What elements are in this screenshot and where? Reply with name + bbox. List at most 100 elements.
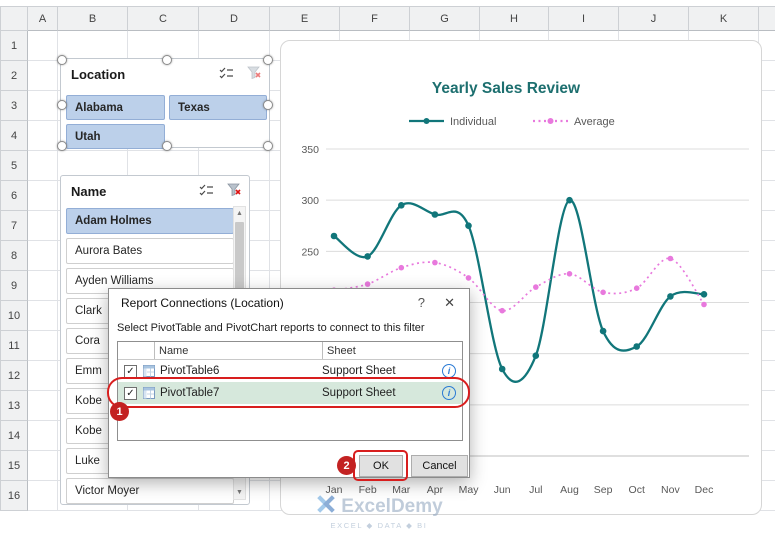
info-icon[interactable]: i bbox=[442, 386, 456, 400]
svg-text:Individual: Individual bbox=[450, 116, 496, 128]
clear-filter-icon[interactable] bbox=[227, 183, 241, 201]
dialog-description: Select PivotTable and PivotChart reports… bbox=[117, 322, 425, 334]
svg-text:Oct: Oct bbox=[629, 484, 645, 496]
column-header-C[interactable]: C bbox=[128, 6, 199, 31]
column-header-D[interactable]: D bbox=[199, 6, 270, 31]
report-name: PivotTable7 bbox=[160, 387, 220, 399]
svg-text:Jun: Jun bbox=[494, 484, 511, 496]
report-sheet: Support Sheet bbox=[322, 365, 396, 377]
row-headers: 1 2 3 4 5 6 7 8 9 10 11 12 13 14 15 16 bbox=[0, 31, 28, 511]
checkbox-checked-icon[interactable]: ✓ bbox=[124, 364, 137, 378]
row-header-15[interactable]: 15 bbox=[0, 451, 28, 481]
row-header-6[interactable]: 6 bbox=[0, 181, 28, 211]
report-row-pivottable7[interactable]: ✓ PivotTable7 Support Sheet i bbox=[118, 382, 462, 404]
svg-text:Jan: Jan bbox=[326, 484, 343, 496]
watermark-tagline: EXCEL ◆ DATA ◆ BI bbox=[330, 521, 428, 530]
row-header-8[interactable]: 8 bbox=[0, 241, 28, 271]
sheet-cell[interactable] bbox=[28, 181, 58, 211]
annotation-step-2: 2 bbox=[337, 456, 356, 475]
slicer-item-victor-moyer[interactable]: Victor Moyer bbox=[66, 478, 234, 504]
sheet-cell[interactable] bbox=[58, 31, 128, 61]
row-header-1[interactable]: 1 bbox=[0, 31, 28, 61]
row-header-10[interactable]: 10 bbox=[0, 301, 28, 331]
slicer-item-adam-holmes[interactable]: Adam Holmes bbox=[66, 208, 234, 234]
multi-select-icon[interactable] bbox=[199, 183, 214, 201]
report-list: Name Sheet ✓ PivotTable6 Support Sheet i ✓ Pi… bbox=[117, 341, 463, 441]
sheet-cell[interactable] bbox=[28, 421, 58, 451]
svg-text:250: 250 bbox=[301, 246, 319, 258]
column-header-B[interactable]: B bbox=[58, 6, 128, 31]
row-header-7[interactable]: 7 bbox=[0, 211, 28, 241]
svg-text:Dec: Dec bbox=[695, 484, 714, 496]
sheet-cell[interactable] bbox=[28, 391, 58, 421]
column-header-E[interactable]: E bbox=[270, 6, 340, 31]
location-slicer[interactable]: Location Alabama Texas Utah bbox=[57, 55, 273, 151]
svg-text:Feb: Feb bbox=[359, 484, 377, 496]
column-header-F[interactable]: F bbox=[340, 6, 410, 31]
cancel-button[interactable]: Cancel bbox=[411, 455, 468, 477]
row-header-11[interactable]: 11 bbox=[0, 331, 28, 361]
select-all-corner[interactable] bbox=[0, 6, 28, 31]
svg-text:350: 350 bbox=[301, 144, 319, 156]
sheet-cell[interactable] bbox=[199, 31, 270, 61]
row-header-14[interactable]: 14 bbox=[0, 421, 28, 451]
svg-text:Apr: Apr bbox=[427, 484, 444, 496]
sheet-cell[interactable] bbox=[28, 481, 58, 511]
scroll-down-icon[interactable]: ▼ bbox=[234, 486, 245, 499]
row-header-9[interactable]: 9 bbox=[0, 271, 28, 301]
row-header-16[interactable]: 16 bbox=[0, 481, 28, 511]
sheet-cell[interactable] bbox=[28, 361, 58, 391]
pivot-table-icon bbox=[143, 365, 155, 377]
sheet-cell[interactable] bbox=[28, 61, 58, 91]
column-header-K[interactable]: K bbox=[689, 6, 759, 31]
info-icon[interactable]: i bbox=[442, 364, 456, 378]
sheet-cell[interactable] bbox=[28, 211, 58, 241]
svg-text:Sep: Sep bbox=[594, 484, 613, 496]
clear-filter-icon[interactable] bbox=[247, 66, 261, 84]
sheet-cell[interactable] bbox=[28, 31, 58, 61]
sheet-cell[interactable] bbox=[28, 121, 58, 151]
column-header-J[interactable]: J bbox=[619, 6, 689, 31]
column-header-extra[interactable] bbox=[759, 6, 775, 31]
slicer-item-texas[interactable]: Texas bbox=[169, 95, 267, 120]
sheet-cell[interactable] bbox=[28, 91, 58, 121]
row-header-12[interactable]: 12 bbox=[0, 361, 28, 391]
report-row-pivottable6[interactable]: ✓ PivotTable6 Support Sheet i bbox=[118, 360, 462, 382]
help-icon[interactable]: ? bbox=[418, 295, 425, 310]
column-headers: ABCDEFGHIJK bbox=[28, 6, 775, 31]
sheet-cell[interactable] bbox=[28, 151, 58, 181]
row-header-3[interactable]: 3 bbox=[0, 91, 28, 121]
row-header-4[interactable]: 4 bbox=[0, 121, 28, 151]
ok-button[interactable]: OK bbox=[359, 455, 403, 477]
close-icon[interactable]: ✕ bbox=[444, 295, 455, 311]
scroll-up-icon[interactable]: ▲ bbox=[234, 207, 245, 220]
report-name: PivotTable6 bbox=[160, 365, 220, 377]
column-header-I[interactable]: I bbox=[549, 6, 619, 31]
sheet-cell[interactable] bbox=[28, 241, 58, 271]
checkbox-checked-icon[interactable]: ✓ bbox=[124, 386, 137, 400]
sheet-cell[interactable] bbox=[28, 331, 58, 361]
slicer-item-alabama[interactable]: Alabama bbox=[66, 95, 165, 120]
row-header-13[interactable]: 13 bbox=[0, 391, 28, 421]
column-header-G[interactable]: G bbox=[410, 6, 480, 31]
row-header-2[interactable]: 2 bbox=[0, 61, 28, 91]
column-header-H[interactable]: H bbox=[480, 6, 549, 31]
report-connections-dialog[interactable]: Report Connections (Location) ? ✕ Select… bbox=[107, 288, 470, 481]
column-header-sheet: Sheet bbox=[322, 342, 462, 359]
sheet-cell[interactable] bbox=[28, 271, 58, 301]
pivot-table-icon bbox=[143, 387, 155, 399]
sheet-cell[interactable] bbox=[28, 301, 58, 331]
svg-text:300: 300 bbox=[301, 195, 319, 207]
multi-select-icon[interactable] bbox=[219, 66, 234, 84]
slicer-title: Name bbox=[71, 184, 107, 199]
sheet-cell[interactable] bbox=[28, 451, 58, 481]
row-header-5[interactable]: 5 bbox=[0, 151, 28, 181]
slicer-item-utah[interactable]: Utah bbox=[66, 124, 165, 149]
pivot-table-icon bbox=[143, 365, 155, 377]
report-list-header: Name Sheet bbox=[118, 342, 462, 360]
report-sheet: Support Sheet bbox=[322, 387, 396, 399]
slicer-item-aurora-bates[interactable]: Aurora Bates bbox=[66, 238, 234, 264]
column-header-name: Name bbox=[154, 342, 322, 359]
column-header-A[interactable]: A bbox=[28, 6, 58, 31]
svg-text:May: May bbox=[459, 484, 480, 496]
